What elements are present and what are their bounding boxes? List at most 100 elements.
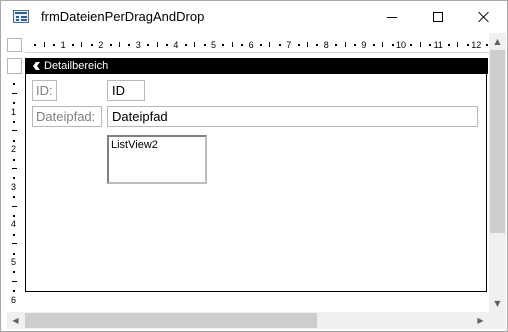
ruler-tick (34, 44, 37, 46)
ruler-tick (241, 44, 244, 46)
scroll-up-button[interactable]: ▲ (489, 33, 506, 50)
ruler-number: 1 (60, 40, 66, 50)
ruler-number: 2 (98, 40, 104, 50)
detail-section[interactable]: ID: ID Dateipfad: Dateipfad ListView2 (25, 74, 487, 292)
ruler-tick (448, 44, 450, 46)
ruler-tick (109, 44, 112, 46)
maximize-button[interactable] (415, 1, 461, 33)
ruler-tick (419, 42, 421, 47)
section-selector[interactable] (7, 58, 22, 74)
ruler-tick (13, 102, 15, 105)
ruler-tick (382, 42, 384, 47)
ruler-tick (307, 42, 308, 47)
horizontal-ruler[interactable]: 1 2 3 4 5 6 7 8 9 10 11 12 (25, 38, 489, 53)
ruler-tick (13, 158, 15, 161)
ruler-number: 1 (11, 106, 17, 117)
ruler-tick (466, 44, 469, 46)
path-label[interactable]: Dateipfad: (32, 106, 102, 127)
ruler-tick (43, 42, 45, 47)
ruler-tick (391, 44, 394, 46)
ruler-tick (13, 290, 15, 293)
ruler-tick (184, 44, 187, 46)
ruler-tick (147, 44, 150, 46)
vertical-scroll-thumb[interactable] (490, 50, 505, 233)
path-textbox[interactable]: Dateipfad (107, 106, 478, 127)
scroll-left-button[interactable]: ◀ (7, 312, 24, 329)
ruler-tick (72, 44, 74, 46)
scroll-right-button[interactable]: ▶ (472, 312, 489, 329)
section-label: Detailbereich (44, 60, 109, 72)
ruler-tick (90, 44, 93, 46)
ruler-number: 7 (286, 40, 292, 50)
ruler-tick (429, 44, 432, 46)
ruler-tick (128, 44, 131, 46)
ruler-number: 3 (11, 181, 17, 192)
ruler-tick (119, 42, 120, 47)
ruler-number: 11 (433, 40, 443, 50)
ruler-number: 8 (323, 40, 329, 50)
ruler-tick (13, 83, 15, 86)
minimize-icon (387, 17, 397, 18)
ruler-number: 4 (173, 40, 179, 50)
horizontal-scrollbar[interactable]: ◀ ▶ (7, 312, 489, 329)
id-label[interactable]: ID: (32, 80, 57, 101)
listview-control[interactable]: ListView2 (107, 135, 207, 184)
horizontal-scroll-thumb[interactable] (25, 313, 317, 328)
ruler-tick (316, 44, 319, 46)
ruler-number: 5 (211, 40, 217, 50)
close-icon (478, 11, 490, 23)
ruler-tick (53, 44, 56, 46)
ruler-corner-button[interactable] (7, 38, 22, 52)
ruler-tick (156, 42, 158, 47)
ruler-number: 5 (11, 257, 17, 267)
ruler-tick (13, 196, 15, 199)
ruler-number: 10 (396, 40, 407, 50)
ruler-tick (13, 177, 15, 180)
ruler-tick (12, 168, 17, 169)
vertical-scrollbar[interactable]: ▲ ▼ (489, 33, 506, 312)
section-header-detail[interactable]: Detailbereich (25, 58, 488, 74)
form-icon (13, 10, 29, 23)
ruler-number: 9 (361, 40, 367, 50)
ruler-tick (13, 252, 15, 255)
ruler-tick (12, 280, 17, 282)
ruler-tick (297, 44, 300, 46)
ruler-tick (13, 121, 15, 123)
ruler-tick (485, 44, 488, 46)
ruler-number: 12 (471, 40, 482, 50)
ruler-number: 6 (11, 294, 17, 305)
ruler-tick (231, 42, 233, 47)
id-textbox[interactable]: ID (107, 80, 145, 101)
ruler-tick (13, 139, 15, 142)
ruler-tick (354, 44, 356, 46)
ruler-tick (457, 42, 459, 47)
maximize-icon (433, 12, 443, 22)
ruler-tick (12, 130, 17, 132)
ruler-tick (12, 92, 17, 94)
ruler-number: 6 (248, 40, 254, 50)
ruler-tick (269, 42, 271, 47)
form-window: frmDateienPerDragAndDrop 1 2 3 4 5 6 7 8 9 10 11 12… (0, 0, 508, 332)
ruler-number: 2 (11, 144, 17, 155)
ruler-tick (410, 44, 413, 46)
ruler-tick (81, 42, 83, 47)
ruler-number: 4 (11, 219, 17, 230)
resize-grip[interactable] (489, 312, 506, 329)
ruler-tick (222, 44, 225, 46)
minimize-button[interactable] (369, 1, 415, 33)
close-button[interactable] (461, 1, 507, 33)
ruler-tick (203, 44, 206, 46)
ruler-tick (278, 44, 281, 46)
ruler-tick (344, 42, 346, 47)
ruler-tick (12, 243, 17, 245)
scroll-down-button[interactable]: ▼ (489, 295, 506, 312)
ruler-tick (372, 44, 375, 46)
ruler-tick (13, 215, 15, 217)
window-title: frmDateienPerDragAndDrop (41, 9, 205, 24)
ruler-tick (166, 44, 168, 46)
title-bar[interactable]: frmDateienPerDragAndDrop (1, 1, 507, 33)
ruler-tick (13, 233, 15, 236)
ruler-number: 3 (135, 40, 141, 50)
ruler-tick (194, 42, 196, 47)
vertical-ruler[interactable]: 1 2 3 4 5 6 (7, 74, 22, 310)
